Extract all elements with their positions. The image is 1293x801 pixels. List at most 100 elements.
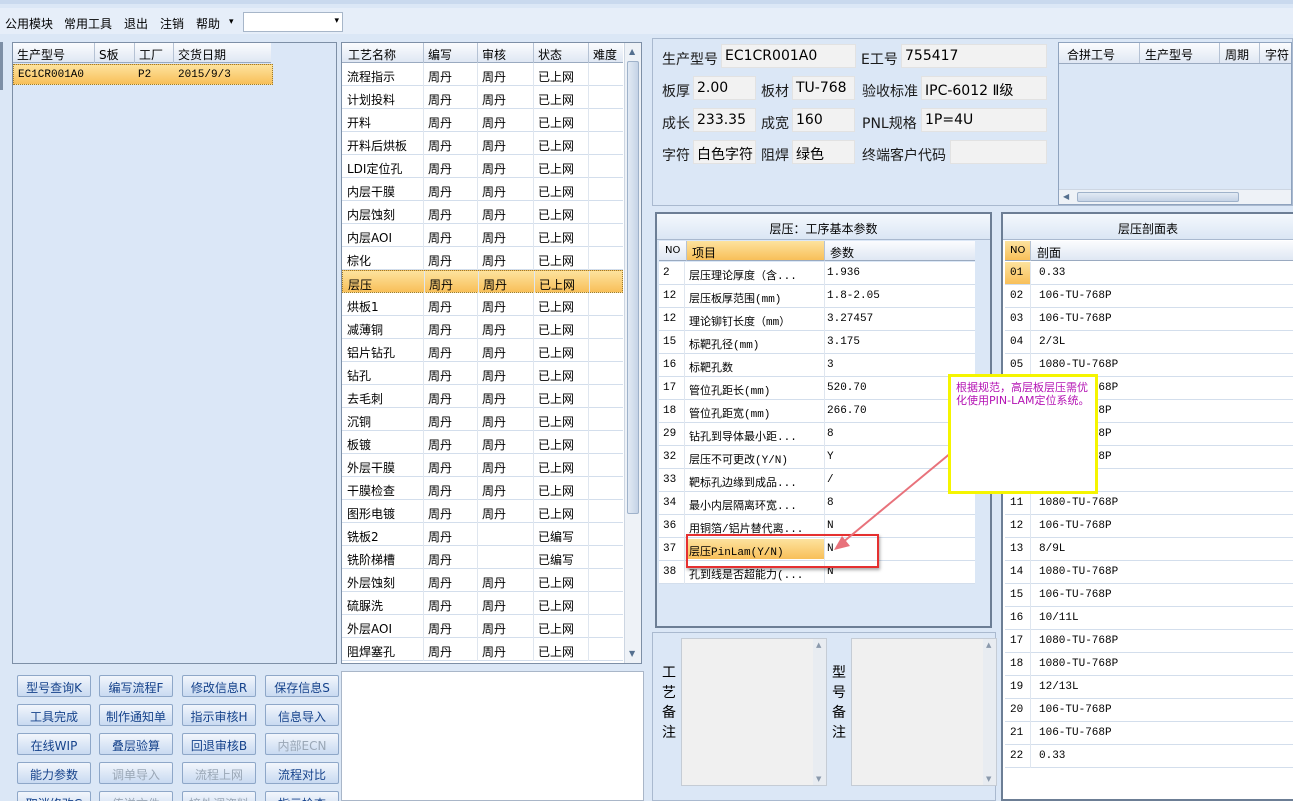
section-row[interactable]: 20 106-TU-768P (1005, 699, 1293, 722)
process-row[interactable]: 板镀 周丹 周丹 已上网 (342, 431, 623, 454)
section-row[interactable]: 12 106-TU-768P (1005, 515, 1293, 538)
col-param-item[interactable]: 项目 (692, 244, 716, 261)
section-row[interactable]: 13 8/9L (1005, 538, 1293, 561)
action-button[interactable]: 取消修改C (17, 791, 91, 801)
action-button[interactable]: 流程上网 (182, 762, 256, 784)
process-row[interactable]: 外层干膜 周丹 周丹 已上网 (342, 454, 623, 477)
col-prod-model[interactable]: 生产型号 (17, 46, 65, 63)
param-row[interactable]: 12 层压板厚范围(mm) 1.8-2.05 (659, 285, 975, 308)
col-delivery-date[interactable]: 交货日期 (178, 46, 226, 63)
scroll-down-icon[interactable]: ▼ (629, 649, 635, 658)
section-row[interactable]: 01 0.33 (1005, 262, 1293, 285)
merge-scroll-thumb[interactable] (1077, 192, 1239, 202)
process-row[interactable]: 减薄铜 周丹 周丹 已上网 (342, 316, 623, 339)
process-row[interactable]: 阻焊塞孔 周丹 周丹 已上网 (342, 638, 623, 661)
section-row[interactable]: 21 106-TU-768P (1005, 722, 1293, 745)
section-row[interactable]: 03 106-TU-768P (1005, 308, 1293, 331)
action-button[interactable]: 能力参数 (17, 762, 91, 784)
job-row[interactable]: EC1CR001A0 P2 2015/9/3 (13, 64, 273, 85)
action-button[interactable]: 接外调资料 (182, 791, 256, 801)
param-row[interactable]: 2 层压理论厚度（含... 1.936 (659, 262, 975, 285)
action-button[interactable]: 内部ECN (265, 733, 339, 755)
chevron-down-icon[interactable]: ▾ (229, 17, 234, 27)
action-button[interactable]: 回退审核B (182, 733, 256, 755)
section-row[interactable]: 19 12/13L (1005, 676, 1293, 699)
scroll-left-icon[interactable]: ◀ (1063, 192, 1069, 201)
action-button[interactable]: 修改信息R (182, 675, 256, 697)
param-row[interactable]: 15 标靶孔径(mm) 3.175 (659, 331, 975, 354)
col-status[interactable]: 状态 (538, 46, 562, 63)
scroll-down-icon[interactable]: ▼ (986, 775, 991, 783)
process-row[interactable]: 流程指示 周丹 周丹 已上网 (342, 63, 623, 86)
process-row[interactable]: 烘板1 周丹 周丹 已上网 (342, 293, 623, 316)
action-button[interactable]: 保存信息S (265, 675, 339, 697)
process-row[interactable]: 沉铜 周丹 周丹 已上网 (342, 408, 623, 431)
action-button[interactable]: 型号查询K (17, 675, 91, 697)
scroll-up-icon[interactable]: ▲ (629, 47, 635, 56)
process-row[interactable]: 开料后烘板 周丹 周丹 已上网 (342, 132, 623, 155)
action-button[interactable]: 指示检查 (265, 791, 339, 801)
process-row[interactable]: 硫脲洗 周丹 周丹 已上网 (342, 592, 623, 615)
process-row[interactable]: 计划投料 周丹 周丹 已上网 (342, 86, 623, 109)
action-button[interactable]: 制作通知单 (99, 704, 173, 726)
section-row[interactable]: 18 1080-TU-768P (1005, 653, 1293, 676)
section-row[interactable]: 17 1080-TU-768P (1005, 630, 1293, 653)
menu-search-combo[interactable]: ▾ (243, 12, 343, 32)
param-row[interactable]: 12 理论铆钉长度（mm） 3.27457 (659, 308, 975, 331)
action-button[interactable]: 传送文件 (99, 791, 173, 801)
col-factory[interactable]: 工厂 (139, 46, 163, 63)
col-merge-legend[interactable]: 字符 (1265, 46, 1289, 63)
process-row[interactable]: 内层AOI 周丹 周丹 已上网 (342, 224, 623, 247)
process-scrollbar[interactable]: ▲ ▼ (624, 43, 641, 663)
model-notes-textarea[interactable]: ▲ ▼ (851, 638, 997, 786)
section-row[interactable]: 15 106-TU-768P (1005, 584, 1293, 607)
col-section-profile[interactable]: 剖面 (1037, 244, 1061, 261)
col-merge-model[interactable]: 生产型号 (1145, 46, 1193, 63)
process-row[interactable]: 内层蚀刻 周丹 周丹 已上网 (342, 201, 623, 224)
process-row[interactable]: 棕化 周丹 周丹 已上网 (342, 247, 623, 270)
combo-dropdown-icon[interactable]: ▾ (334, 16, 339, 26)
col-merge-cycle[interactable]: 周期 (1225, 46, 1249, 63)
action-button[interactable]: 叠层验算 (99, 733, 173, 755)
scroll-down-icon[interactable]: ▼ (816, 775, 821, 783)
section-row[interactable]: 11 1080-TU-768P (1005, 492, 1293, 515)
col-param-value[interactable]: 参数 (830, 244, 854, 261)
action-button[interactable]: 编写流程F (99, 675, 173, 697)
action-button[interactable]: 指示审核H (182, 704, 256, 726)
process-row[interactable]: 内层干膜 周丹 周丹 已上网 (342, 178, 623, 201)
col-param-no[interactable]: NO (665, 245, 680, 256)
action-button[interactable]: 工具完成 (17, 704, 91, 726)
scroll-up-icon[interactable]: ▲ (816, 641, 821, 649)
craft-notes-scrollbar[interactable]: ▲ ▼ (813, 639, 826, 785)
process-row[interactable]: 干膜检查 周丹 周丹 已上网 (342, 477, 623, 500)
menu-exit[interactable]: 退出 (124, 15, 148, 32)
col-process-name[interactable]: 工艺名称 (348, 46, 396, 63)
col-section-no[interactable]: NO (1010, 245, 1025, 256)
process-row[interactable]: 去毛刺 周丹 周丹 已上网 (342, 385, 623, 408)
process-row[interactable]: 图形电镀 周丹 周丹 已上网 (342, 500, 623, 523)
col-difficulty[interactable]: 难度 (593, 46, 617, 63)
section-row[interactable]: 02 106-TU-768P (1005, 285, 1293, 308)
action-button[interactable]: 调单导入 (99, 762, 173, 784)
process-row[interactable]: LDI定位孔 周丹 周丹 已上网 (342, 155, 623, 178)
action-button[interactable]: 在线WIP (17, 733, 91, 755)
process-row[interactable]: 层压 周丹 周丹 已上网 (342, 270, 623, 294)
process-row[interactable]: 铣阶梯槽 周丹 已编写 (342, 546, 623, 569)
section-row[interactable]: 14 1080-TU-768P (1005, 561, 1293, 584)
process-row[interactable]: 铣板2 周丹 已编写 (342, 523, 623, 546)
process-row[interactable]: 外层蚀刻 周丹 周丹 已上网 (342, 569, 623, 592)
merge-hscrollbar[interactable]: ◀ (1059, 189, 1291, 204)
action-button[interactable]: 信息导入 (265, 704, 339, 726)
col-reviewer[interactable]: 审核 (482, 46, 506, 63)
menu-common-modules[interactable]: 公用模块 (5, 15, 53, 32)
section-row[interactable]: 22 0.33 (1005, 745, 1293, 768)
param-row[interactable]: 17 管位孔距长(mm) 520.70 (659, 377, 975, 400)
param-row[interactable]: 18 管位孔距宽(mm) 266.70 (659, 400, 975, 423)
col-author[interactable]: 编写 (428, 46, 452, 63)
craft-notes-textarea[interactable]: ▲ ▼ (681, 638, 827, 786)
process-row[interactable]: 铝片钻孔 周丹 周丹 已上网 (342, 339, 623, 362)
col-s-board[interactable]: S板 (99, 46, 119, 63)
model-notes-scrollbar[interactable]: ▲ ▼ (983, 639, 996, 785)
param-row[interactable]: 16 标靶孔数 3 (659, 354, 975, 377)
menu-logout[interactable]: 注销 (160, 15, 184, 32)
